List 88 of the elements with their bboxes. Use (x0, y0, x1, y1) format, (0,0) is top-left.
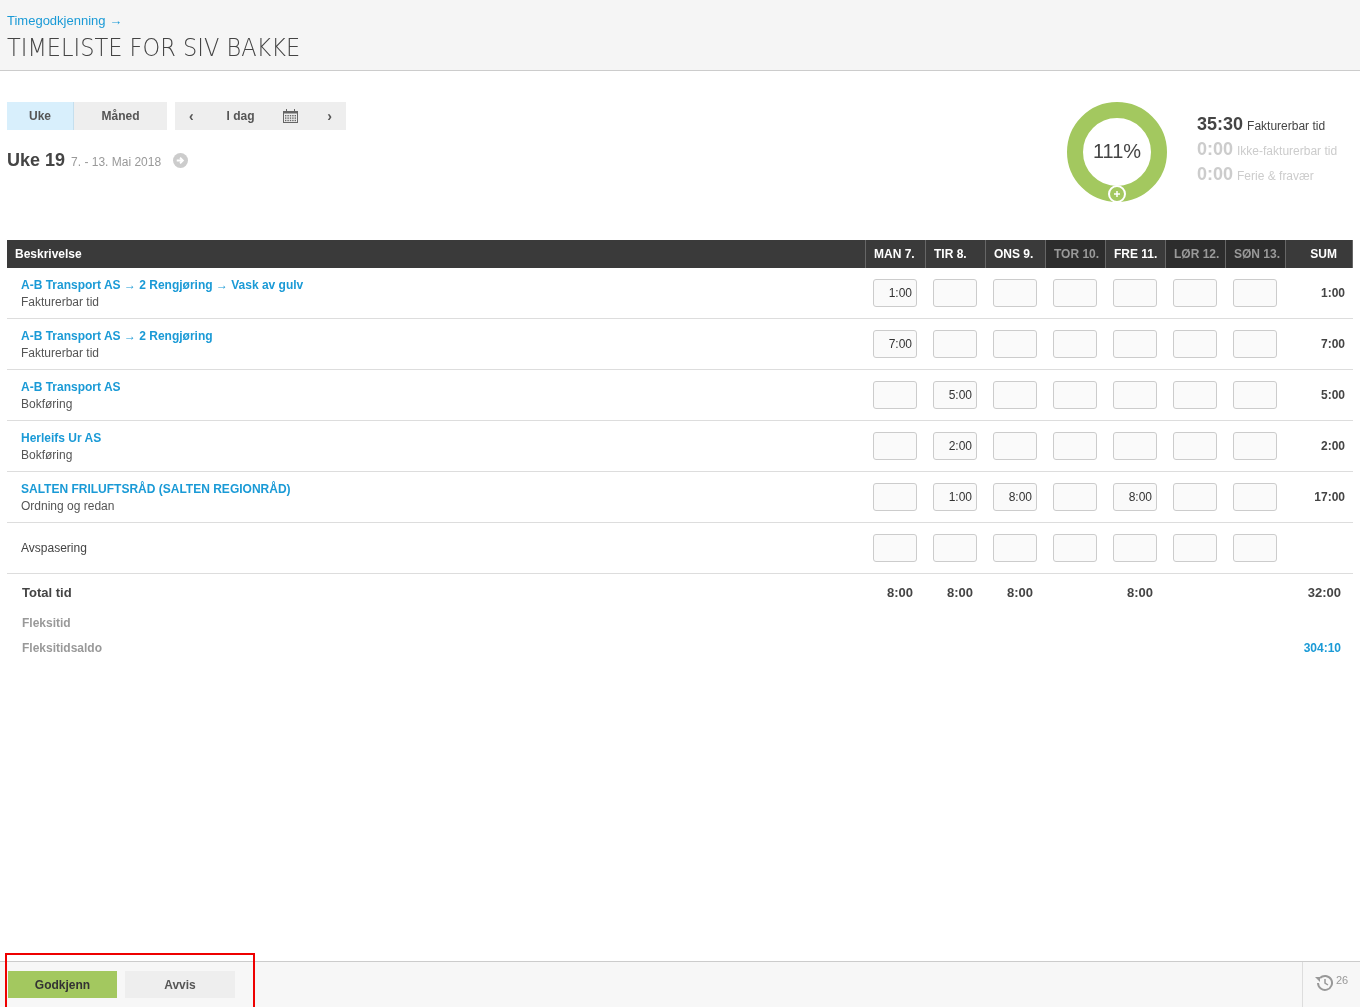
column-header: Beskrivelse (7, 240, 865, 268)
column-header: TOR 10. (1045, 240, 1105, 268)
hours-input[interactable] (1053, 534, 1097, 562)
column-header: ONS 9. (985, 240, 1045, 268)
hours-input[interactable] (1113, 279, 1157, 307)
row-sum: 2:00 (1320, 439, 1345, 453)
hours-input[interactable] (1173, 330, 1217, 358)
hours-input[interactable] (993, 330, 1037, 358)
row-sum: 17:00 (1314, 490, 1345, 504)
hours-input[interactable] (1233, 330, 1277, 358)
total-value: 8:00 (886, 584, 913, 600)
hours-input[interactable] (1053, 279, 1097, 307)
week-range: 7. - 13. Mai 2018 (71, 155, 162, 169)
hours-input[interactable] (1173, 381, 1217, 409)
hours-input[interactable] (933, 330, 977, 358)
calendar-icon[interactable] (283, 109, 299, 123)
row-subtitle: Fakturerbar tid (21, 345, 100, 360)
total-value: 8:00 (946, 584, 973, 600)
hours-input[interactable] (1053, 330, 1097, 358)
column-header: TIR 8. (925, 240, 985, 268)
hours-input[interactable] (1113, 534, 1157, 562)
total-label: Fleksitid (22, 615, 71, 630)
hours-input[interactable] (993, 534, 1037, 562)
hours-input[interactable] (1053, 381, 1097, 409)
row-subtitle: Bokføring (21, 396, 73, 411)
hours-input[interactable] (1113, 330, 1157, 358)
total-value: 8:00 (1126, 584, 1153, 600)
arrow-right-icon[interactable] (173, 153, 189, 168)
hours-input[interactable] (1233, 279, 1277, 307)
column-header: LØR 12. (1165, 240, 1225, 268)
row-subtitle: Fakturerbar tid (21, 294, 100, 309)
hours-input[interactable] (1173, 432, 1217, 460)
history-icon[interactable] (1314, 974, 1333, 991)
row-title: Avspasering (21, 541, 87, 555)
total-sum: 32:00 (1307, 584, 1341, 600)
total-label: Fleksitidsaldo (22, 640, 103, 655)
approve-button[interactable]: Godkjenn (8, 971, 117, 998)
hours-input[interactable] (1053, 432, 1097, 460)
row-sum: 1:00 (1320, 286, 1345, 300)
total-sum: 304:10 (1303, 640, 1341, 655)
hours-value: 35:30 (1197, 114, 1244, 135)
column-header: MAN 7. (865, 240, 925, 268)
hours-input[interactable] (1113, 432, 1157, 460)
hours-input[interactable]: 1:00 (933, 483, 977, 511)
view-tab[interactable]: Uke (7, 102, 74, 130)
page-title: TIMELISTE FOR SIV BAKKE (7, 33, 301, 62)
hours-input[interactable] (1233, 381, 1277, 409)
column-header: SUM (1285, 240, 1353, 268)
hours-input[interactable]: 7:00 (873, 330, 917, 358)
row-sum: 5:00 (1320, 388, 1345, 402)
hours-input[interactable] (1173, 483, 1217, 511)
week-label: Uke 19 (7, 150, 66, 171)
hours-input[interactable]: 2:00 (933, 432, 977, 460)
hours-input[interactable]: 8:00 (1113, 483, 1157, 511)
hours-input[interactable] (933, 279, 977, 307)
hours-input[interactable]: 1:00 (873, 279, 917, 307)
today-button[interactable]: I dag (222, 109, 259, 123)
hours-input[interactable]: 8:00 (993, 483, 1037, 511)
previous-button[interactable]: ‹ (185, 108, 198, 124)
hours-input[interactable] (873, 432, 917, 460)
hours-input[interactable] (1173, 534, 1217, 562)
hours-input[interactable] (1173, 279, 1217, 307)
hours-input[interactable] (1233, 432, 1277, 460)
hours-input[interactable] (1233, 534, 1277, 562)
hours-input[interactable] (993, 381, 1037, 409)
hours-input[interactable] (1233, 483, 1277, 511)
hours-input[interactable] (873, 381, 917, 409)
history-count: 26 (1335, 974, 1349, 986)
row-subtitle: Bokføring (21, 447, 73, 462)
reject-button[interactable]: Avvis (125, 971, 235, 998)
hours-input[interactable] (1053, 483, 1097, 511)
view-tab[interactable]: Måned (74, 102, 167, 130)
hours-input[interactable] (993, 279, 1037, 307)
hours-input[interactable]: 5:00 (933, 381, 977, 409)
row-sum: 7:00 (1320, 337, 1345, 351)
hours-input[interactable] (993, 432, 1037, 460)
hours-input[interactable] (1113, 381, 1157, 409)
percent-label: 111% (1091, 140, 1143, 163)
column-header: SØN 13. (1225, 240, 1285, 268)
hours-input[interactable] (873, 534, 917, 562)
total-value: 8:00 (1006, 584, 1033, 600)
hours-input[interactable] (933, 534, 977, 562)
hours-input[interactable] (873, 483, 917, 511)
hours-label: Fakturerbar tid (1247, 119, 1326, 133)
column-header: FRE 11. (1105, 240, 1165, 268)
next-button[interactable]: › (323, 108, 336, 124)
row-subtitle: Ordning og redan (21, 498, 115, 513)
total-label: Total tid (22, 584, 72, 600)
